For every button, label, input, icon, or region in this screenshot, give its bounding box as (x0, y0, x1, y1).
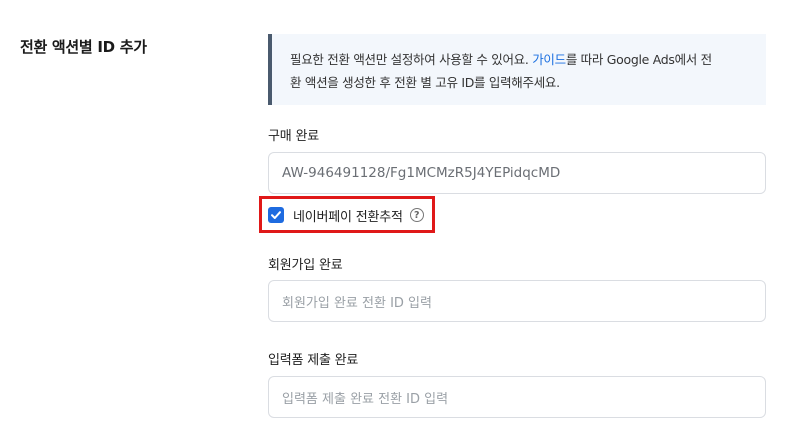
naver-pay-checkbox-row[interactable]: 네이버페이 전환추적 ? (268, 206, 424, 225)
guide-link[interactable]: 가이드 (532, 52, 566, 67)
form-submit-complete-input[interactable]: 입력폼 제출 완료 전환 ID 입력 (268, 376, 766, 418)
info-text-after: 를 따라 Google Ads에서 전 (565, 52, 712, 67)
purchase-complete-label: 구매 완료 (268, 129, 319, 144)
help-icon[interactable]: ? (409, 208, 424, 222)
form-submit-complete-label: 입력폼 제출 완료 (268, 353, 359, 368)
form-submit-complete-placeholder: 입력폼 제출 완료 전환 ID 입력 (282, 391, 449, 407)
signup-complete-input[interactable]: 회원가입 완료 전환 ID 입력 (268, 280, 766, 322)
naver-pay-label: 네이버페이 전환추적 (293, 209, 403, 225)
section-title: 전환 액션별 ID 추가 (20, 38, 147, 56)
purchase-complete-value: AW-946491128/Fg1MCMzR5J4YEPidqcMD (282, 165, 561, 181)
info-line-2: 환 액션을 생성한 후 전환 별 고유 ID를 입력해주세요. (290, 75, 560, 90)
purchase-complete-input[interactable]: AW-946491128/Fg1MCMzR5J4YEPidqcMD (268, 152, 766, 194)
check-icon (271, 211, 281, 219)
signup-complete-label: 회원가입 완료 (268, 258, 343, 273)
naver-pay-checkbox[interactable] (268, 207, 284, 223)
info-box: 필요한 전환 액션만 설정하여 사용할 수 있어요. 가이드를 따라 Googl… (268, 34, 766, 105)
info-line-1: 필요한 전환 액션만 설정하여 사용할 수 있어요. 가이드를 따라 Googl… (290, 48, 752, 71)
info-text: 필요한 전환 액션만 설정하여 사용할 수 있어요. (290, 52, 533, 67)
signup-complete-placeholder: 회원가입 완료 전환 ID 입력 (282, 295, 432, 311)
